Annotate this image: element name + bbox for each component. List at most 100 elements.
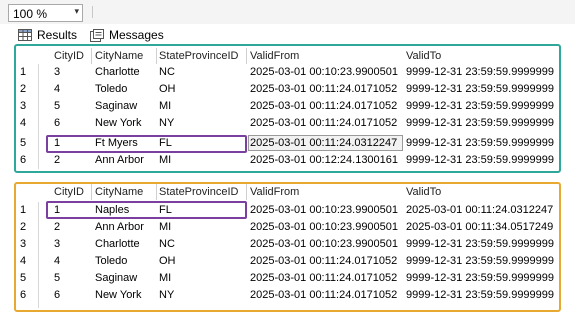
tab-messages[interactable]: Messages: [90, 26, 164, 44]
table-row[interactable]: 6 2 Ann Arbor MI 2025-03-01 00:12:24.130…: [16, 152, 559, 168]
table-row[interactable]: 3 3 Charlotte NC 2025-03-01 00:10:23.990…: [16, 236, 559, 252]
cell-validto[interactable]: 9999-12-31 23:59:59.9999999: [406, 98, 556, 114]
cell-stateprovinceid[interactable]: NC: [159, 236, 247, 252]
cell-cityid[interactable]: 5: [54, 98, 92, 114]
cell-stateprovinceid[interactable]: MI: [159, 270, 247, 286]
cell-stateprovinceid[interactable]: OH: [159, 253, 247, 269]
row-number[interactable]: 3: [20, 236, 36, 252]
cell-validto[interactable]: 9999-12-31 23:59:59.9999999: [406, 81, 556, 97]
cell-validto[interactable]: 9999-12-31 23:59:59.9999999: [406, 64, 556, 80]
cell-cityid[interactable]: 2: [54, 152, 92, 168]
cell-validfrom[interactable]: 2025-03-01 00:10:23.9900501: [250, 202, 402, 218]
cell-validfrom[interactable]: 2025-03-01 00:11:24.0171052: [250, 81, 402, 97]
cell-validfrom[interactable]: 2025-03-01 00:11:24.0171052: [250, 270, 402, 286]
results-tabs: Results Messages: [0, 26, 575, 44]
cell-validto[interactable]: 9999-12-31 23:59:59.9999999: [406, 253, 556, 269]
table-row[interactable]: 2 4 Toledo OH 2025-03-01 00:11:24.017105…: [16, 81, 559, 97]
row-number[interactable]: 2: [20, 81, 36, 97]
cell-cityname[interactable]: Charlotte: [95, 236, 157, 252]
cell-validto[interactable]: 9999-12-31 23:59:59.9999999: [406, 236, 556, 252]
row-number[interactable]: 5: [20, 270, 36, 286]
cell-cityname[interactable]: Toledo: [95, 253, 157, 269]
tab-results-label: Results: [37, 28, 78, 42]
column-header-validto[interactable]: ValidTo: [406, 184, 556, 200]
table-row[interactable]: 2 2 Ann Arbor MI 2025-03-01 00:10:23.990…: [16, 219, 559, 235]
table-row[interactable]: 5 5 Saginaw MI 2025-03-01 00:11:24.01710…: [16, 270, 559, 286]
cell-cityid[interactable]: 5: [54, 270, 92, 286]
cell-validto[interactable]: 9999-12-31 23:59:59.9999999: [406, 135, 556, 151]
highlight-box: [46, 135, 247, 153]
column-header-cityid[interactable]: CityID: [54, 184, 92, 200]
cell-cityid[interactable]: 3: [54, 236, 92, 252]
column-header-row: CityID CityName StateProvinceID ValidFro…: [16, 48, 559, 64]
cell-validfrom[interactable]: 2025-03-01 00:11:24.0171052: [250, 253, 402, 269]
cell-stateprovinceid[interactable]: MI: [159, 98, 247, 114]
cell-cityname[interactable]: Saginaw: [95, 270, 157, 286]
row-number[interactable]: 1: [20, 202, 36, 218]
cell-validto[interactable]: 9999-12-31 23:59:59.9999999: [406, 115, 556, 131]
cell-stateprovinceid[interactable]: NY: [159, 115, 247, 131]
results-grid-current: CityID CityName StateProvinceID ValidFro…: [14, 44, 561, 173]
cell-validfrom[interactable]: 2025-03-01 00:10:23.9900501: [250, 219, 402, 235]
cell-validfrom[interactable]: 2025-03-01 00:10:23.9900501: [250, 64, 402, 80]
tab-messages-label: Messages: [109, 28, 164, 42]
cell-cityid[interactable]: 4: [54, 253, 92, 269]
table-row[interactable]: 3 5 Saginaw MI 2025-03-01 00:11:24.01710…: [16, 98, 559, 114]
cell-cityname[interactable]: Ann Arbor: [95, 152, 157, 168]
cell-cityname[interactable]: Ann Arbor: [95, 219, 157, 235]
cell-cityid[interactable]: 6: [54, 287, 92, 303]
cell-cityname[interactable]: Toledo: [95, 81, 157, 97]
cell-cityname[interactable]: Charlotte: [95, 64, 157, 80]
results-grid-history: CityID CityName StateProvinceID ValidFro…: [14, 182, 561, 312]
row-number[interactable]: 2: [20, 219, 36, 235]
cell-validfrom[interactable]: 2025-03-01 00:11:24.0171052: [250, 115, 402, 131]
cell-cityname[interactable]: New York: [95, 287, 157, 303]
column-header-validto[interactable]: ValidTo: [406, 48, 556, 64]
zoom-dropdown[interactable]: 100 % ▾: [8, 4, 83, 22]
cell-validfrom[interactable]: 2025-03-01 00:12:24.1300161: [250, 152, 402, 168]
cell-stateprovinceid[interactable]: OH: [159, 81, 247, 97]
cell-cityid[interactable]: 2: [54, 219, 92, 235]
table-row[interactable]: 4 6 New York NY 2025-03-01 00:11:24.0171…: [16, 115, 559, 131]
row-number[interactable]: 5: [20, 135, 36, 151]
row-number[interactable]: 6: [20, 287, 36, 303]
cell-cityname[interactable]: Saginaw: [95, 98, 157, 114]
tab-results[interactable]: Results: [18, 26, 77, 44]
column-header-stateprovinceid[interactable]: StateProvinceID: [159, 48, 247, 64]
cell-validto[interactable]: 2025-03-01 00:11:34.0517249: [406, 219, 556, 235]
cell-stateprovinceid[interactable]: MI: [159, 219, 247, 235]
chevron-down-icon[interactable]: ▾: [74, 6, 79, 17]
cell-validto[interactable]: 2025-03-01 00:11:24.0312247: [406, 202, 556, 218]
cell-stateprovinceid[interactable]: MI: [159, 152, 247, 168]
row-number[interactable]: 1: [20, 64, 36, 80]
cell-cityid[interactable]: 6: [54, 115, 92, 131]
cell-stateprovinceid[interactable]: NC: [159, 64, 247, 80]
cell-cityid[interactable]: 3: [54, 64, 92, 80]
column-header-stateprovinceid[interactable]: StateProvinceID: [159, 184, 247, 200]
cell-cityname[interactable]: New York: [95, 115, 157, 131]
table-row[interactable]: 1 3 Charlotte NC 2025-03-01 00:10:23.990…: [16, 64, 559, 80]
column-header-cityname[interactable]: CityName: [95, 48, 157, 64]
row-number[interactable]: 4: [20, 253, 36, 269]
cell-cityid[interactable]: 4: [54, 81, 92, 97]
highlight-box: [46, 201, 247, 219]
table-row[interactable]: 4 4 Toledo OH 2025-03-01 00:11:24.017105…: [16, 253, 559, 269]
cell-validfrom[interactable]: 2025-03-01 00:11:24.0312247: [250, 135, 402, 151]
table-row[interactable]: 6 6 New York NY 2025-03-01 00:11:24.0171…: [16, 287, 559, 303]
cell-validto[interactable]: 9999-12-31 23:59:59.9999999: [406, 287, 556, 303]
row-number[interactable]: 3: [20, 98, 36, 114]
column-header-cityname[interactable]: CityName: [95, 184, 157, 200]
cell-validfrom[interactable]: 2025-03-01 00:11:24.0171052: [250, 98, 402, 114]
cell-validto[interactable]: 9999-12-31 23:59:59.9999999: [406, 152, 556, 168]
row-number[interactable]: 6: [20, 152, 36, 168]
cell-validfrom[interactable]: 2025-03-01 00:10:23.9900501: [250, 236, 402, 252]
column-header-validfrom[interactable]: ValidFrom: [250, 184, 402, 200]
cell-stateprovinceid[interactable]: NY: [159, 287, 247, 303]
row-number[interactable]: 4: [20, 115, 36, 131]
toolbar-separator: [92, 6, 93, 18]
cell-validto[interactable]: 9999-12-31 23:59:59.9999999: [406, 270, 556, 286]
column-header-row: CityID CityName StateProvinceID ValidFro…: [16, 184, 559, 200]
column-header-validfrom[interactable]: ValidFrom: [250, 48, 402, 64]
column-header-cityid[interactable]: CityID: [54, 48, 92, 64]
cell-validfrom[interactable]: 2025-03-01 00:11:24.0171052: [250, 287, 402, 303]
